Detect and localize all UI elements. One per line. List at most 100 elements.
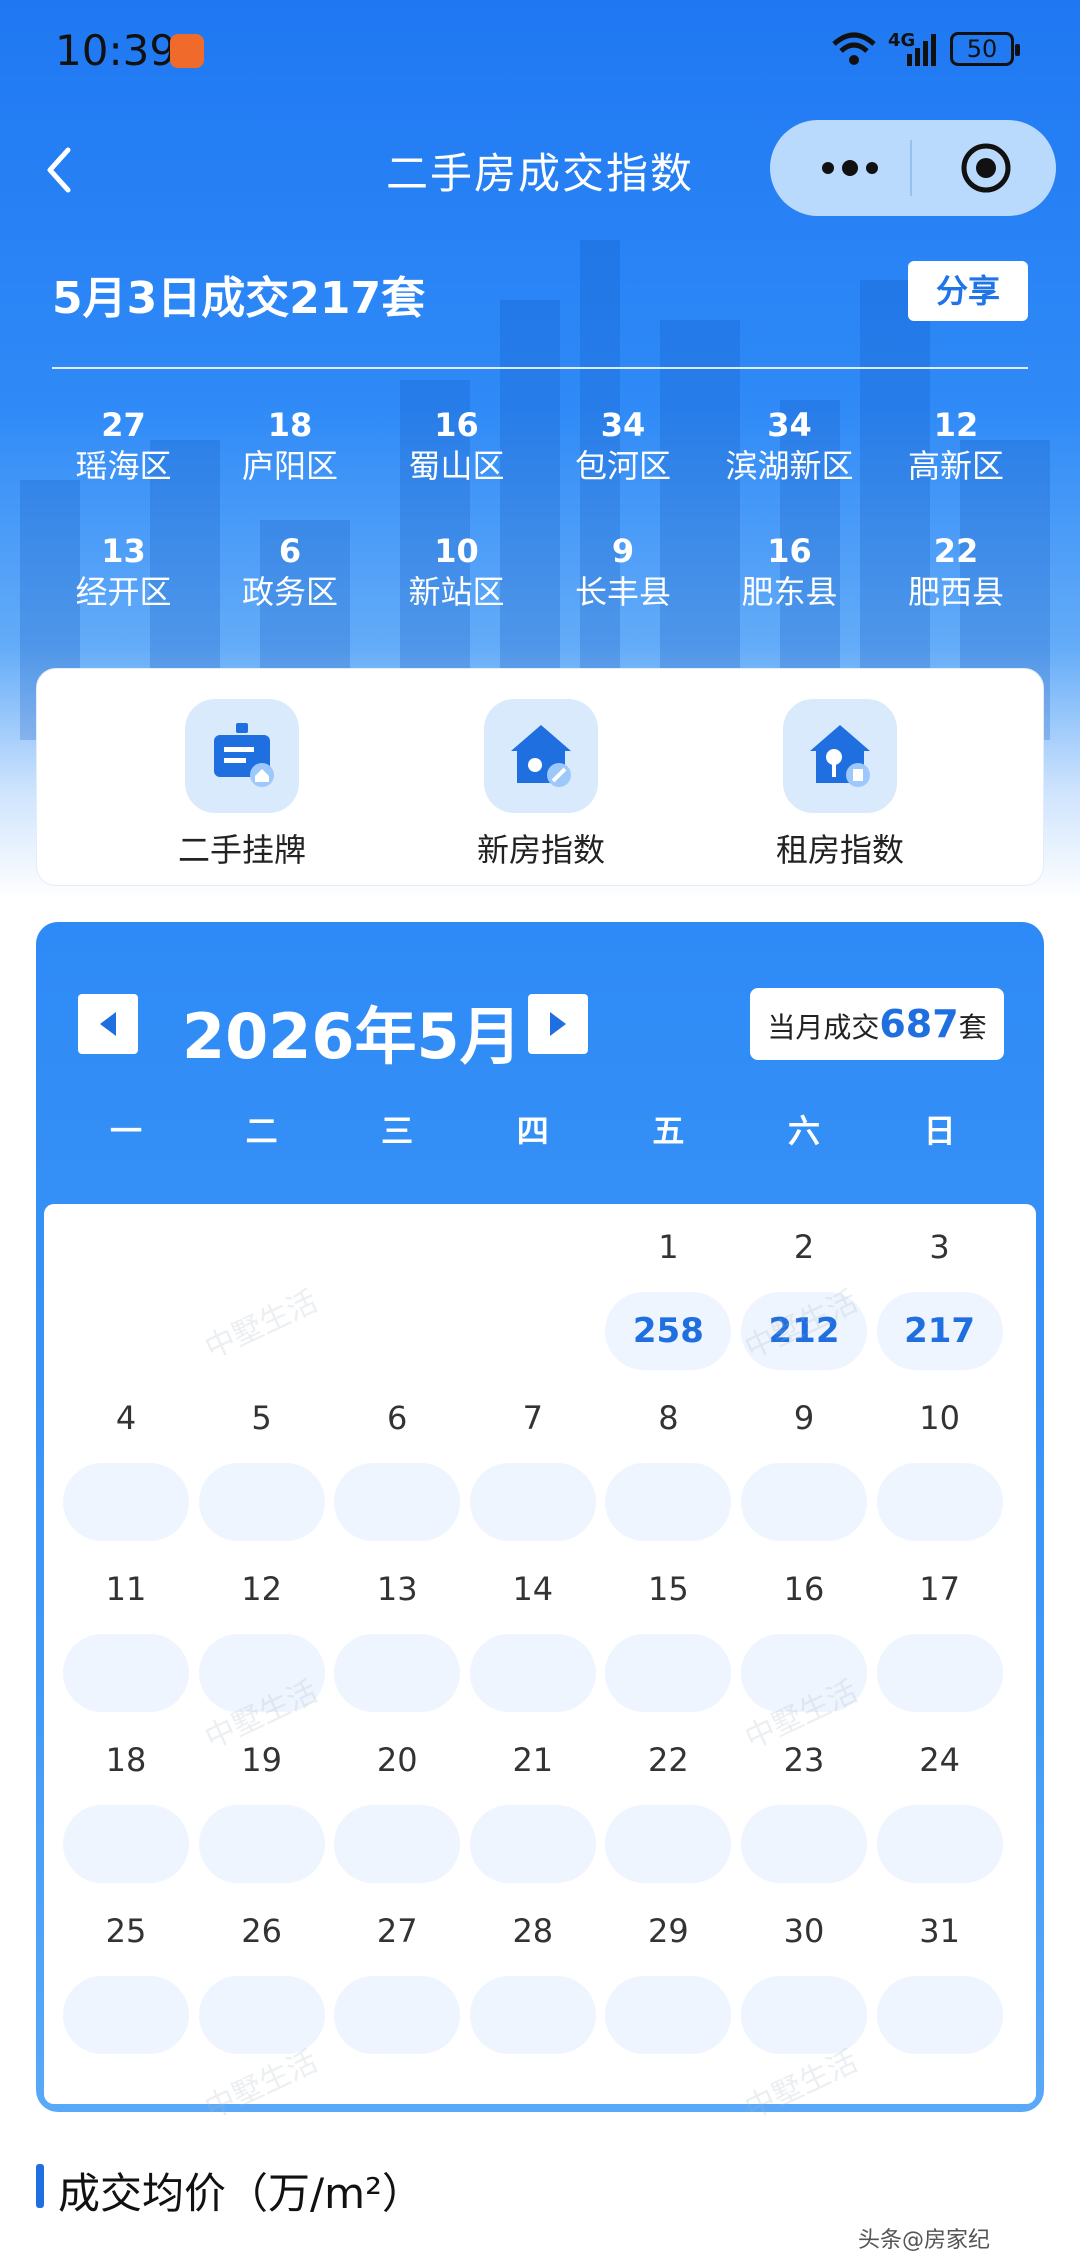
day-deal-count: [198, 1463, 325, 1541]
quick-link-label: 新房指数: [476, 831, 605, 869]
district-count: 16: [434, 406, 479, 444]
day-deal-count: [605, 1805, 732, 1883]
day-number: 7: [522, 1399, 543, 1437]
day-number: 27: [376, 1912, 418, 1950]
weekday-label: 三: [381, 1112, 414, 1150]
weekday-label: 四: [516, 1112, 549, 1150]
daily-deal-headline: 5月3日成交217套: [52, 273, 426, 324]
day-deal-count: [63, 1976, 189, 2054]
more-icon[interactable]: [810, 144, 890, 192]
day-number: 22: [648, 1741, 689, 1779]
day-number: 14: [512, 1570, 554, 1608]
calendar-day[interactable]: 29: [600, 1906, 736, 2054]
listing-board-icon: [185, 699, 299, 813]
calendar-day[interactable]: 8: [600, 1393, 736, 1541]
district-count: 10: [434, 532, 479, 570]
district-count: 27: [101, 406, 146, 444]
day-number: 24: [919, 1741, 960, 1779]
calendar-day[interactable]: 21: [465, 1735, 601, 1883]
quick-link-new-house[interactable]: 新房指数: [401, 699, 681, 871]
day-number: 21: [512, 1741, 554, 1779]
calendar-day[interactable]: 24: [872, 1735, 1008, 1883]
calendar-day[interactable]: 26: [194, 1906, 330, 2054]
share-button[interactable]: 分享: [908, 261, 1028, 321]
calendar-day[interactable]: 14: [465, 1564, 601, 1712]
rental-key-house-icon: [783, 699, 897, 813]
day-number: 6: [387, 1399, 408, 1437]
district-stat: 18 庐阳区: [207, 405, 374, 487]
day-number: 28: [512, 1912, 554, 1950]
district-name: 包河区: [574, 447, 671, 485]
district-count: 16: [767, 532, 812, 570]
day-deal-count: [469, 1976, 596, 2054]
district-stat: 6 政务区: [207, 531, 374, 613]
battery-icon: 50: [950, 32, 1020, 66]
day-number: 11: [105, 1570, 147, 1608]
calendar-day[interactable]: 6: [329, 1393, 465, 1541]
calendar-day[interactable]: 5: [194, 1393, 330, 1541]
weekday-label: 日: [923, 1112, 956, 1150]
calendar-day[interactable]: 1 258: [600, 1222, 736, 1370]
day-deal-count: 258: [605, 1292, 732, 1370]
district-stat: 27 瑶海区: [40, 405, 207, 487]
day-deal-count: [334, 1976, 461, 2054]
district-stat: 22 肥西县: [873, 531, 1040, 613]
day-number: 29: [648, 1912, 689, 1950]
calendar-day[interactable]: 13: [329, 1564, 465, 1712]
source-caption: 头条@房家纪: [858, 2228, 991, 2253]
day-number: 5: [251, 1399, 272, 1437]
calendar-day[interactable]: 28: [465, 1906, 601, 2054]
calendar-day[interactable]: 27: [329, 1906, 465, 2054]
capsule-divider: [910, 140, 912, 196]
calendar-day[interactable]: 15: [600, 1564, 736, 1712]
close-target-icon[interactable]: [960, 142, 1012, 194]
district-count: 12: [933, 406, 979, 444]
calendar-day[interactable]: 25: [58, 1906, 194, 2054]
calendar-day[interactable]: 23: [736, 1735, 872, 1883]
day-number: 20: [376, 1741, 418, 1779]
status-bar: 10:39 4G 50: [0, 0, 1080, 100]
district-stat: 16 肥东县: [706, 531, 873, 613]
district-stat: 10 新站区: [373, 531, 540, 613]
district-stat: 34 滨湖新区: [706, 405, 873, 487]
district-name: 肥西县: [907, 573, 1004, 611]
day-number: 13: [376, 1570, 418, 1608]
calendar-day[interactable]: 17: [872, 1564, 1008, 1712]
calendar-day[interactable]: 9: [736, 1393, 872, 1541]
calendar-day[interactable]: 18: [58, 1735, 194, 1883]
day-deal-count: [876, 1463, 1003, 1541]
calendar-day[interactable]: 4: [58, 1393, 194, 1541]
district-name: 经开区: [75, 573, 172, 611]
calendar-day[interactable]: 20: [329, 1735, 465, 1883]
district-stat: 13 经开区: [40, 531, 207, 613]
calendar-day[interactable]: 22: [600, 1735, 736, 1883]
next-month-button[interactable]: [528, 994, 588, 1054]
day-deal-count: 217: [876, 1292, 1003, 1370]
calendar-day[interactable]: 11: [58, 1564, 194, 1712]
day-deal-count: [876, 1634, 1003, 1712]
calendar-day[interactable]: 31: [872, 1906, 1008, 2054]
calendar-day[interactable]: 3 217: [872, 1222, 1008, 1370]
calendar-day[interactable]: 30: [736, 1906, 872, 2054]
quick-link-rental[interactable]: 租房指数: [700, 699, 980, 871]
month-total-badge: 当月成交687套: [750, 988, 1004, 1060]
section-title: 成交均价（万/m²）: [58, 2169, 424, 2218]
prev-month-button[interactable]: [78, 994, 138, 1054]
mini-program-capsule: [770, 120, 1056, 216]
district-count: 18: [267, 406, 313, 444]
quick-link-listing[interactable]: 二手挂牌: [102, 699, 382, 871]
calendar-day[interactable]: 7: [465, 1393, 601, 1541]
district-count: 34: [600, 406, 646, 444]
calendar-day[interactable]: 10: [872, 1393, 1008, 1541]
wifi-icon: [832, 32, 876, 65]
district-count: 13: [101, 532, 146, 570]
day-deal-count: [334, 1805, 461, 1883]
caret-right-icon: [550, 1012, 566, 1036]
day-deal-count: [334, 1463, 461, 1541]
month-total-value: 687: [879, 1002, 959, 1046]
day-number: 2: [793, 1228, 815, 1266]
day-number: 4: [115, 1399, 137, 1437]
day-deal-count: [605, 1634, 732, 1712]
month-total-prefix: 当月成交: [767, 1011, 880, 1044]
day-number: 31: [919, 1912, 960, 1950]
